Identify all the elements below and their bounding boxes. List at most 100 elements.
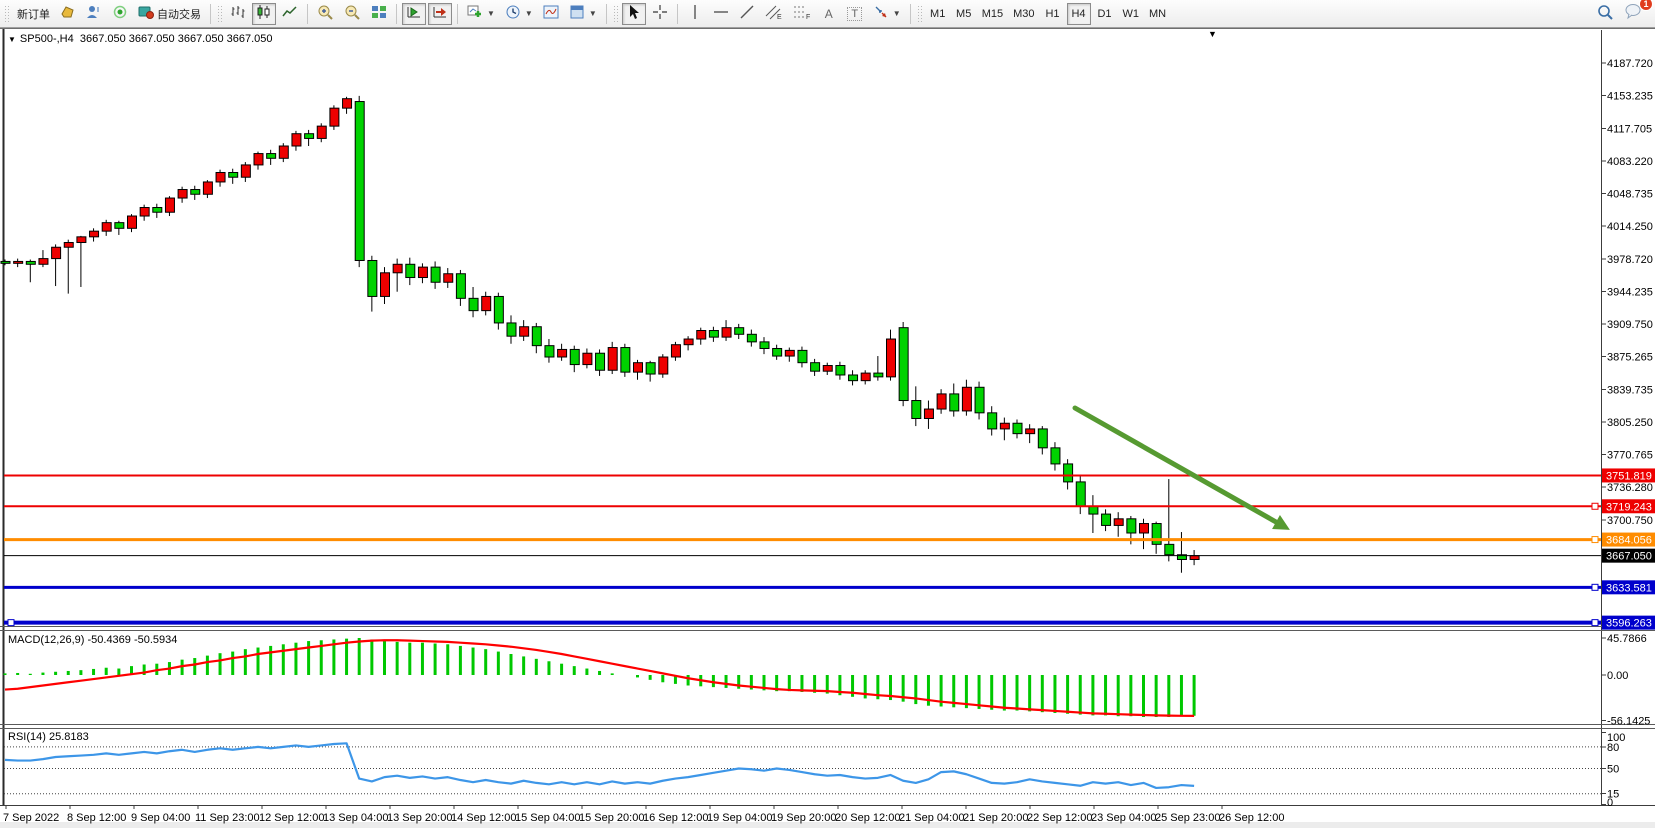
price-axis-label: 3909.750 — [1607, 319, 1653, 331]
timeframe-h4-button[interactable]: H4 — [1067, 3, 1091, 25]
candle-body — [64, 243, 73, 248]
templates-button[interactable]: ▼ — [565, 3, 601, 25]
dropdown-caret-icon: ▼ — [893, 9, 901, 18]
macd-axis-label: 45.7866 — [1607, 633, 1647, 645]
time-axis-label: 23 Sep 04:00 — [1091, 812, 1156, 824]
candle-body — [90, 231, 99, 237]
zoom-in-icon — [317, 4, 334, 24]
arrows-tool-button[interactable]: ▼ — [869, 3, 905, 25]
timeframe-m1-button[interactable]: M1 — [926, 3, 950, 25]
price-tag-label: 3719.243 — [1606, 501, 1652, 513]
price-axis-label: 4083.220 — [1607, 156, 1653, 168]
search-button[interactable] — [1593, 3, 1618, 25]
rsi-axis-label: 80 — [1607, 742, 1619, 754]
one-click-expander-icon[interactable]: ▼ — [8, 35, 16, 44]
tile-windows-button[interactable] — [367, 3, 391, 25]
level-handle[interactable] — [1592, 620, 1598, 626]
candle-body — [102, 223, 111, 232]
candle-body — [887, 339, 896, 377]
candle-body — [988, 413, 997, 429]
toolbar-grip[interactable] — [217, 5, 223, 23]
chart-shift-marker-icon[interactable]: ▼ — [1208, 29, 1217, 39]
vertical-line-tool-button[interactable] — [683, 3, 707, 25]
toolbar-grip[interactable] — [4, 5, 10, 23]
periods-button[interactable]: ▼ — [501, 3, 537, 25]
candle-body — [279, 146, 288, 158]
cursor-tool-button[interactable] — [622, 3, 646, 25]
level-handle[interactable] — [1592, 503, 1598, 509]
candle-body — [1026, 429, 1035, 434]
gold-terminal-button[interactable] — [56, 3, 80, 25]
candle-body — [39, 259, 48, 265]
trendline-tool-button[interactable] — [735, 3, 759, 25]
timeframe-h1-button[interactable]: H1 — [1041, 3, 1065, 25]
trendline-icon — [739, 4, 755, 23]
chart-shift-button[interactable] — [428, 3, 452, 25]
timeframe-mn-button[interactable]: MN — [1145, 3, 1170, 25]
arrows-icon — [873, 4, 889, 23]
chart-shift-icon — [432, 4, 448, 23]
candle-body — [899, 328, 908, 401]
text-label-tool-button[interactable]: T — [843, 3, 867, 25]
candle-body — [849, 375, 858, 381]
candle-body — [785, 350, 794, 356]
horizontal-line-tool-button[interactable] — [709, 3, 733, 25]
level-handle[interactable] — [8, 620, 14, 626]
candle-body — [1038, 429, 1047, 448]
candle-body — [659, 357, 668, 374]
crosshair-tool-button[interactable] — [648, 3, 672, 25]
candle-body — [140, 208, 149, 217]
time-axis-label: 16 Sep 12:00 — [643, 812, 708, 824]
time-axis-label: 19 Sep 04:00 — [707, 812, 772, 824]
clock-icon — [505, 4, 521, 23]
autotrading-label: 自动交易 — [157, 6, 201, 22]
text-tool-button[interactable]: A — [817, 3, 841, 25]
candle-body — [241, 165, 250, 177]
accounts-button[interactable] — [82, 3, 106, 25]
rsi-axis-label: 50 — [1607, 764, 1619, 776]
signals-button[interactable] — [108, 3, 132, 25]
candle — [899, 322, 908, 406]
auto-scroll-button[interactable] — [402, 3, 426, 25]
candle-body — [709, 331, 718, 338]
candlestick-chart-button[interactable] — [252, 3, 276, 25]
candle-body — [621, 348, 630, 373]
indicators-button[interactable] — [539, 3, 563, 25]
level-handle[interactable] — [1592, 537, 1598, 543]
chart-area[interactable]: 4187.7204153.2354117.7054083.2204048.735… — [0, 0, 1655, 828]
timeframe-d1-button[interactable]: D1 — [1093, 3, 1117, 25]
timeframe-m30-button[interactable]: M30 — [1009, 3, 1038, 25]
timeframe-m5-button[interactable]: M5 — [952, 3, 976, 25]
toolbar-grip[interactable] — [917, 5, 923, 23]
candle-body — [393, 264, 402, 273]
fibonacci-tool-button[interactable]: F — [789, 3, 815, 25]
timeframe-w1-button[interactable]: W1 — [1119, 3, 1144, 25]
candle-body — [330, 108, 339, 126]
cursor-icon — [626, 4, 642, 23]
candle-body — [1102, 514, 1111, 525]
zoom-in-button[interactable] — [313, 3, 338, 25]
symbol-ohlc-label[interactable]: ▼SP500-,H4 3667.050 3667.050 3667.050 36… — [8, 33, 273, 45]
candle-body — [671, 345, 680, 357]
bar-chart-button[interactable] — [226, 3, 250, 25]
equidistant-channel-tool-button[interactable]: E — [761, 3, 787, 25]
candle-body — [697, 331, 706, 340]
time-axis-label: 20 Sep 12:00 — [835, 812, 900, 824]
candle-body — [684, 339, 693, 345]
toolbar-grip[interactable] — [613, 5, 619, 23]
new-order-button[interactable]: 新订单 — [13, 3, 54, 25]
candle-body — [456, 274, 465, 299]
toolbar-separator — [307, 4, 308, 24]
autotrading-icon — [138, 4, 154, 23]
level-handle[interactable] — [1592, 584, 1598, 590]
line-chart-button[interactable] — [278, 3, 302, 25]
timeframe-m15-button[interactable]: M15 — [978, 3, 1007, 25]
price-axis-label: 3875.265 — [1607, 352, 1653, 364]
toolbar-separator — [910, 4, 911, 24]
new-chart-button[interactable]: ▼ — [463, 3, 499, 25]
candle-body — [608, 348, 617, 371]
tile-windows-icon — [371, 4, 387, 23]
autotrading-button[interactable]: 自动交易 — [134, 3, 205, 25]
zoom-out-button[interactable] — [340, 3, 365, 25]
candle-body — [381, 273, 390, 297]
